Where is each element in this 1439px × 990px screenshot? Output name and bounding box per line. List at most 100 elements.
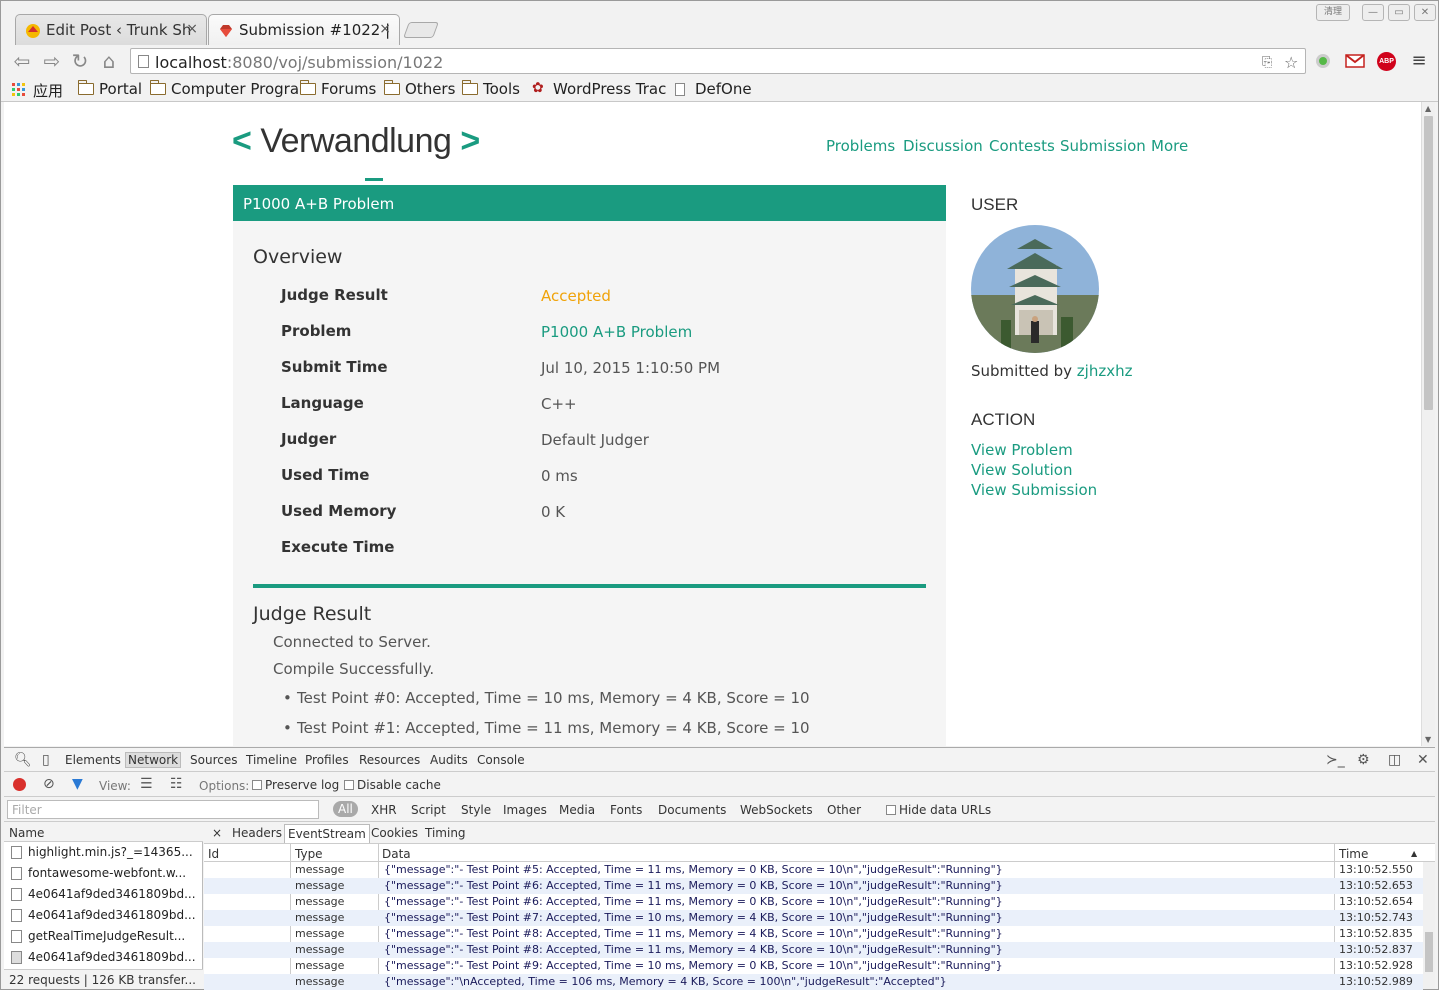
request-row[interactable]: 4e0641af9ded3461809bd... [4,905,203,926]
view-problem-link[interactable]: View Problem [971,441,1073,459]
hide-data-urls-checkbox[interactable]: Hide data URLs [886,803,991,817]
gear-icon[interactable]: ⚙ [1357,752,1370,768]
adblock-icon[interactable]: ABP [1377,52,1396,71]
tab-audits[interactable]: Audits [430,753,468,767]
tab-cookies[interactable]: Cookies [371,826,418,840]
tab-edit-post[interactable]: Edit Post ‹ Trunk Sh × [15,14,207,45]
type-style[interactable]: Style [461,803,491,817]
waterfall-view-icon[interactable]: ☷ [170,776,183,792]
eventstream-scrollbar[interactable] [1423,862,1435,989]
back-icon[interactable]: ⇦ [10,50,34,72]
nav-submission[interactable]: Submission [1060,137,1146,155]
event-row[interactable]: message {"message":"- Test Point #7: Acce… [204,910,1423,926]
bookmark-defone[interactable]: DefOne [674,80,752,98]
nav-more[interactable]: More [1151,137,1188,155]
reload-icon[interactable]: ↻ [68,50,92,72]
close-detail-icon[interactable]: × [212,826,222,840]
list-view-icon[interactable]: ☰ [140,776,153,792]
type-images[interactable]: Images [503,803,547,817]
col-id[interactable]: Id [208,847,219,861]
type-fonts[interactable]: Fonts [610,803,642,817]
type-websockets[interactable]: WebSockets [740,803,813,817]
scroll-up-icon[interactable]: ▲ [1425,104,1431,113]
forward-icon[interactable]: ⇨ [40,50,64,72]
type-all[interactable]: All [333,801,358,817]
bookmark-computer-programming[interactable]: Computer Progra [149,80,299,98]
tab-profiles[interactable]: Profiles [305,753,349,767]
col-type[interactable]: Type [295,847,323,861]
search-icon[interactable]: 🔍︎ [14,752,32,768]
request-row[interactable]: fontawesome-webfont.w... [4,863,203,884]
minimize-icon[interactable]: — [1362,4,1384,21]
scrollbar-thumb[interactable] [1425,932,1433,972]
scrollbar-thumb[interactable] [1424,116,1433,410]
request-row[interactable]: highlight.min.js?_=14365... [4,842,203,863]
user-avatar[interactable] [971,225,1099,353]
event-row[interactable]: message {"message":"- Test Point #8: Acce… [204,942,1423,958]
bookmark-others[interactable]: Others [383,80,455,98]
tab-submission[interactable]: Submission #1022 | × [208,14,400,45]
type-script[interactable]: Script [411,803,446,817]
scroll-down-icon[interactable]: ▼ [1425,735,1431,744]
tab-resources[interactable]: Resources [359,753,420,767]
event-row[interactable]: message {"message":"- Test Point #6: Acce… [204,894,1423,910]
status-icon[interactable] [1314,52,1332,70]
tab-network[interactable]: Network [125,752,182,768]
new-tab-button[interactable] [403,22,439,38]
preserve-log-checkbox[interactable]: Preserve log [252,778,339,792]
event-row[interactable]: message {"message":"\nAccepted, Time = 10… [204,974,1423,990]
type-other[interactable]: Other [827,803,861,817]
nav-contests[interactable]: Contests [989,137,1055,155]
tab-elements[interactable]: Elements [65,753,121,767]
bookmark-portal[interactable]: Portal [77,80,142,98]
problem-link[interactable]: P1000 A+B Problem [541,323,692,341]
close-window-icon[interactable]: ✕ [1414,4,1436,21]
request-row[interactable]: 4e0641af9ded3461809bd... [4,947,203,968]
view-submission-link[interactable]: View Submission [971,481,1097,499]
name-header[interactable]: Name [4,822,203,842]
bookmark-forums[interactable]: Forums [299,80,376,98]
tab-timeline[interactable]: Timeline [246,753,297,767]
record-icon[interactable] [13,778,26,791]
close-devtools-icon[interactable]: ✕ [1417,752,1429,768]
device-icon[interactable]: ▯ [42,752,50,768]
col-data[interactable]: Data [382,847,411,861]
event-row[interactable]: message {"message":"- Test Point #8: Acce… [204,926,1423,942]
address-bar[interactable]: localhost:8080/voj/submission/1022 ⎘ ☆ [130,48,1306,74]
bookmark-wordpress-trac[interactable]: ✿ WordPress Trac [532,80,666,98]
close-icon[interactable]: × [379,21,391,37]
clear-icon[interactable]: ⊘ [43,776,55,792]
nav-problems[interactable]: Problems [826,137,895,155]
type-media[interactable]: Media [559,803,595,817]
dock-icon[interactable]: ◫ [1388,752,1401,768]
gmail-icon[interactable] [1345,52,1365,70]
filter-input[interactable]: Filter [7,800,319,819]
username-link[interactable]: zjhzxhz [1077,362,1133,380]
request-row[interactable]: 4e0641af9ded3461809bd... [4,884,203,905]
site-logo[interactable]: < Verwandlung > [232,122,480,181]
bookmark-apps[interactable]: 应用 [12,80,63,101]
tab-timing[interactable]: Timing [425,826,466,840]
bookmark-tools[interactable]: Tools [461,80,520,98]
tab-console[interactable]: Console [477,753,525,767]
star-icon[interactable]: ☆ [1284,53,1298,72]
translate-icon[interactable]: ⎘ [1262,55,1272,70]
console-drawer-icon[interactable]: ≻_ [1326,752,1345,768]
page-scrollbar[interactable]: ▲ ▼ [1421,102,1435,746]
view-solution-link[interactable]: View Solution [971,461,1072,479]
disable-cache-checkbox[interactable]: Disable cache [344,778,441,792]
tab-sources[interactable]: Sources [190,753,237,767]
maximize-icon[interactable]: ▭ [1388,4,1410,21]
menu-icon[interactable]: ≡ [1407,50,1431,72]
close-icon[interactable]: × [186,21,198,37]
type-xhr[interactable]: XHR [371,803,397,817]
tab-headers[interactable]: Headers [232,826,282,840]
event-row[interactable]: message {"message":"- Test Point #9: Acce… [204,958,1423,974]
tab-eventstream[interactable]: EventStream [284,824,370,843]
col-time[interactable]: Time [1339,847,1368,861]
event-row[interactable]: message {"message":"- Test Point #5: Acce… [204,862,1423,878]
filter-icon[interactable]: ▼ [72,776,83,792]
nav-discussion[interactable]: Discussion [903,137,983,155]
home-icon[interactable]: ⌂ [97,50,121,72]
type-documents[interactable]: Documents [658,803,726,817]
